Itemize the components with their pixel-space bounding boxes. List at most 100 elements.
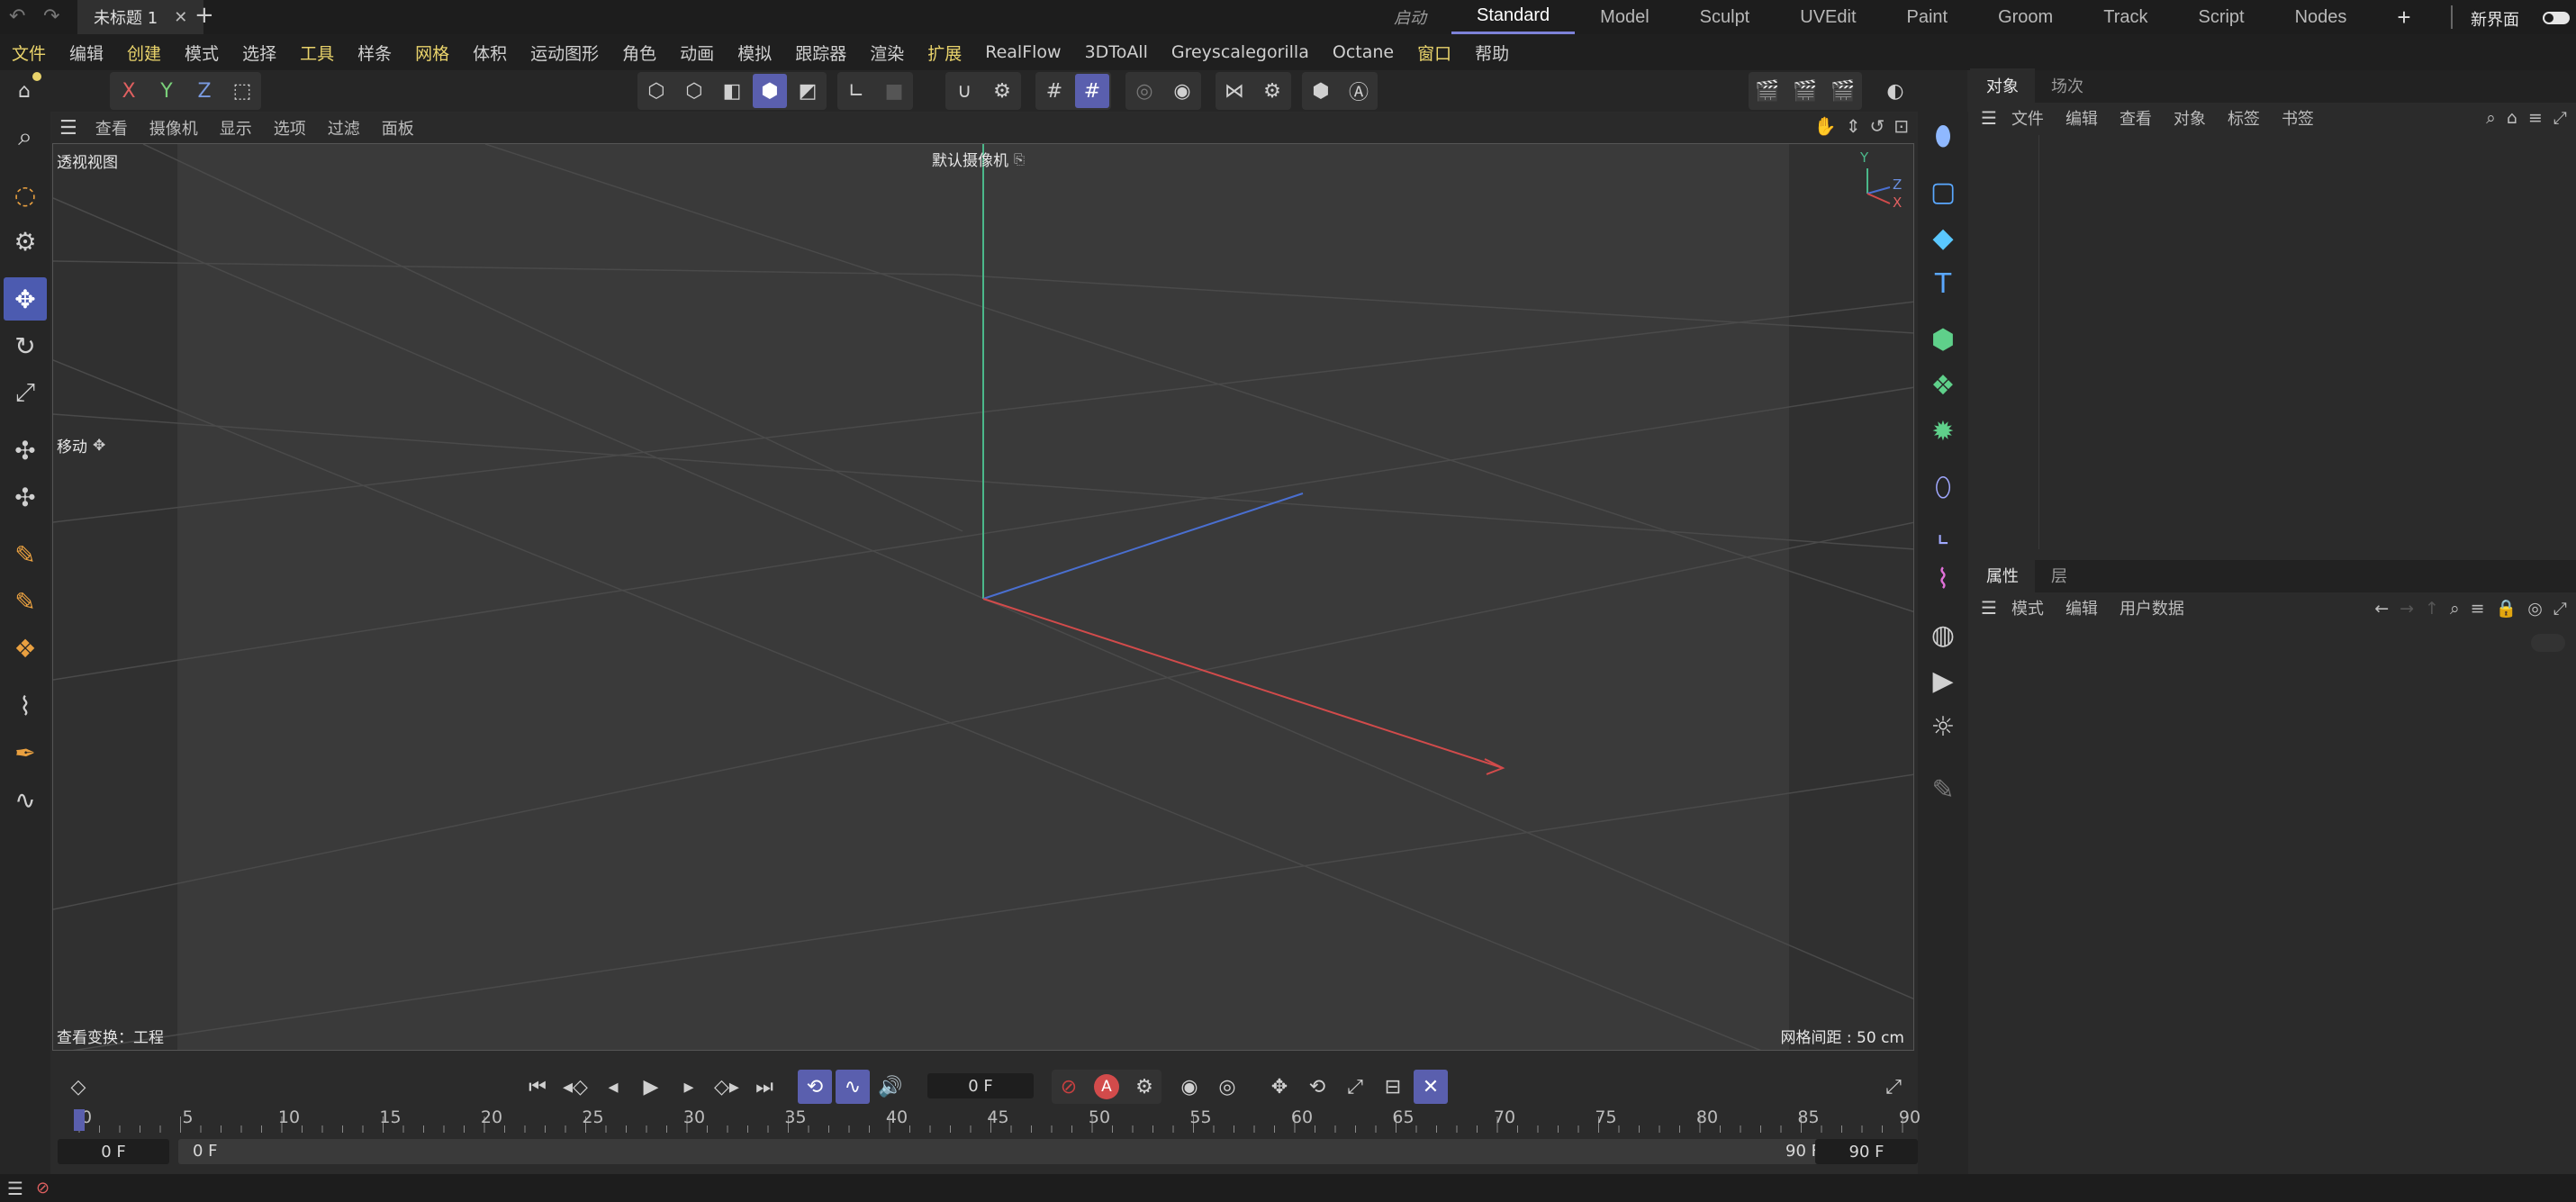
key-rotation-icon[interactable]: ⟲ <box>1300 1070 1334 1104</box>
layout-tab-groom[interactable]: Groom <box>1973 0 2078 34</box>
hamburger-icon[interactable]: ☰ <box>7 1178 23 1199</box>
pan-icon[interactable]: ✋ <box>1814 115 1837 137</box>
viewport-menu-item-2[interactable]: 显示 <box>209 116 263 140</box>
object-menu-item-0[interactable]: 文件 <box>2001 106 2055 130</box>
attribute-menu-item-2[interactable]: 用户数据 <box>2109 596 2195 619</box>
key-point-level-icon[interactable]: ✕ <box>1414 1070 1448 1104</box>
environment-icon[interactable]: ◍ <box>1921 613 1965 656</box>
expand-icon[interactable]: ⤢ <box>2553 108 2567 128</box>
play-icon[interactable]: ▶ <box>634 1070 668 1104</box>
key-parameter-icon[interactable]: ⊟ <box>1376 1070 1410 1104</box>
object-menu-item-4[interactable]: 标签 <box>2217 106 2271 130</box>
spline-primitives-icon[interactable]: ❖ <box>4 627 47 670</box>
layout-tab-uvedit[interactable]: UVEdit <box>1775 0 1881 34</box>
perspective-viewport[interactable]: Y Z X 透视视图 默认摄像机 ⎘ 移动 ✥ 查看变换：工程 网格间距 : 5… <box>52 143 1914 1051</box>
new-layout-button[interactable]: 新界面 <box>2471 7 2519 31</box>
rotate-tool-icon[interactable]: ↻ <box>4 324 47 367</box>
menu-item-8[interactable]: 体积 <box>461 34 519 70</box>
layout-toggle[interactable] <box>2543 12 2570 24</box>
snap-magnet-icon[interactable]: ∪ <box>947 74 981 108</box>
object-menu-item-2[interactable]: 查看 <box>2109 106 2163 130</box>
playhead[interactable] <box>74 1109 85 1131</box>
layout-tab-script[interactable]: Script <box>2173 0 2269 34</box>
points-mode-icon[interactable]: ⬡ <box>639 74 673 108</box>
key-settings-icon[interactable]: ⚙ <box>1127 1070 1161 1104</box>
render-view-icon[interactable]: 🎬 <box>1750 74 1785 108</box>
workplane-grid-icon[interactable]: # <box>1075 74 1109 108</box>
layout-tab-sculpt[interactable]: Sculpt <box>1675 0 1776 34</box>
deformer-icon[interactable]: ⬯ <box>1921 465 1965 509</box>
grid-icon[interactable]: # <box>1037 74 1071 108</box>
menu-item-5[interactable]: 工具 <box>288 34 346 70</box>
spline-smooth-icon[interactable]: ∿ <box>4 778 47 821</box>
go-to-start-icon[interactable]: ⏮ <box>520 1070 555 1104</box>
soft-selection-icon[interactable]: ◎ <box>1127 74 1161 108</box>
range-end-field[interactable]: 90 F <box>1815 1139 1918 1164</box>
menu-item-3[interactable]: 模式 <box>173 34 230 70</box>
field-icon[interactable]: ⌞ <box>1921 511 1965 555</box>
menu-item-14[interactable]: 渲染 <box>858 34 916 70</box>
undo-icon[interactable]: ↶ <box>9 5 25 28</box>
key-interpolation-icon[interactable]: ◎ <box>1210 1070 1244 1104</box>
viewport-menu-item-1[interactable]: 摄像机 <box>139 116 209 140</box>
coordinate-system-icon[interactable]: ⬚ <box>225 74 259 108</box>
symmetry-icon[interactable]: ⋈ <box>1217 74 1252 108</box>
viewport-menu-item-5[interactable]: 面板 <box>371 116 425 140</box>
hamburger-icon[interactable]: ☰ <box>1981 597 1997 619</box>
menu-item-20[interactable]: 窗口 <box>1406 34 1463 70</box>
snap-settings-icon[interactable]: ⚙ <box>985 74 1019 108</box>
z-axis-button[interactable]: Z <box>187 74 221 108</box>
x-axis-button[interactable]: X <box>112 74 146 108</box>
menu-item-15[interactable]: 扩展 <box>916 34 973 70</box>
menu-item-6[interactable]: 样条 <box>346 34 403 70</box>
edges-mode-icon[interactable]: ⬡ <box>677 74 711 108</box>
search-icon[interactable]: ⌕ <box>2450 599 2460 619</box>
rectangle-spline-icon[interactable]: ▢ <box>1921 170 1965 213</box>
spline-pen-icon[interactable]: ✎ <box>4 533 47 576</box>
symmetry-settings-icon[interactable]: ⚙ <box>1255 74 1289 108</box>
menu-item-17[interactable]: 3DToAll <box>1073 34 1160 70</box>
lock-icon[interactable]: 🔒 <box>2496 598 2517 619</box>
object-menu-item-5[interactable]: 书签 <box>2271 106 2325 130</box>
keyframe-diamond-icon[interactable]: ◇ <box>61 1070 95 1104</box>
menu-item-19[interactable]: Octane <box>1321 34 1406 70</box>
move-tool-icon[interactable]: ✥ <box>4 277 47 321</box>
octane-icon[interactable]: ◐ <box>1878 74 1912 108</box>
viewport-menu-item-3[interactable]: 选项 <box>263 116 317 140</box>
render-picture-icon[interactable]: 🎬 <box>1788 74 1822 108</box>
layout-tab-model[interactable]: Model <box>1575 0 1674 34</box>
spline-sketch-icon[interactable]: ✎ <box>4 580 47 623</box>
light-icon[interactable]: ☼ <box>1921 705 1965 748</box>
current-frame-field[interactable]: 0 F <box>927 1073 1034 1098</box>
up-arrow-icon[interactable]: ↑ <box>2425 599 2439 619</box>
camera-label[interactable]: 默认摄像机 ⎘ <box>932 148 1025 171</box>
key-lock-icon[interactable]: ◉ <box>1172 1070 1207 1104</box>
previous-key-icon[interactable]: ◂◇ <box>558 1070 592 1104</box>
camera-object-icon[interactable]: ▶ <box>1921 659 1965 702</box>
spline-deformer-icon[interactable]: ⌇ <box>1921 557 1965 601</box>
y-axis-button[interactable]: Y <box>149 74 184 108</box>
dolly-icon[interactable]: ⇕ <box>1846 115 1861 137</box>
filter-icon[interactable]: ≡ <box>2471 599 2485 619</box>
object-list[interactable] <box>1970 135 2576 549</box>
layout-tab-standard[interactable]: Standard <box>1451 0 1576 34</box>
maximize-view-icon[interactable]: ⊡ <box>1894 115 1909 137</box>
auto-name-icon[interactable]: Ⓐ <box>1342 74 1376 108</box>
add-layout-icon[interactable]: + <box>2372 0 2436 34</box>
view-name-label[interactable]: 透视视图 <box>57 149 118 172</box>
tab-objects[interactable]: 对象 <box>1970 68 2035 103</box>
transform-tool-icon[interactable]: ✣ <box>4 429 47 472</box>
menu-item-21[interactable]: 帮助 <box>1463 34 1521 70</box>
orbit-icon[interactable]: ↺ <box>1869 115 1885 137</box>
menu-item-9[interactable]: 运动图形 <box>519 34 610 70</box>
key-scale-icon[interactable]: ⤢ <box>1338 1070 1372 1104</box>
subdivision-icon[interactable]: ⬢ <box>1921 318 1965 361</box>
layout-tab-nodes[interactable]: Nodes <box>2270 0 2373 34</box>
layout-tab-paint[interactable]: Paint <box>1882 0 1974 34</box>
expand-icon[interactable]: ⤢ <box>2553 599 2567 619</box>
attribute-toggle[interactable] <box>2531 634 2565 652</box>
brush-disabled-icon[interactable]: ✎ <box>1921 768 1965 811</box>
auto-key-button[interactable]: A <box>1089 1070 1124 1104</box>
target-icon[interactable]: ◎ <box>2527 599 2543 619</box>
text-spline-icon[interactable]: T <box>1921 262 1965 305</box>
